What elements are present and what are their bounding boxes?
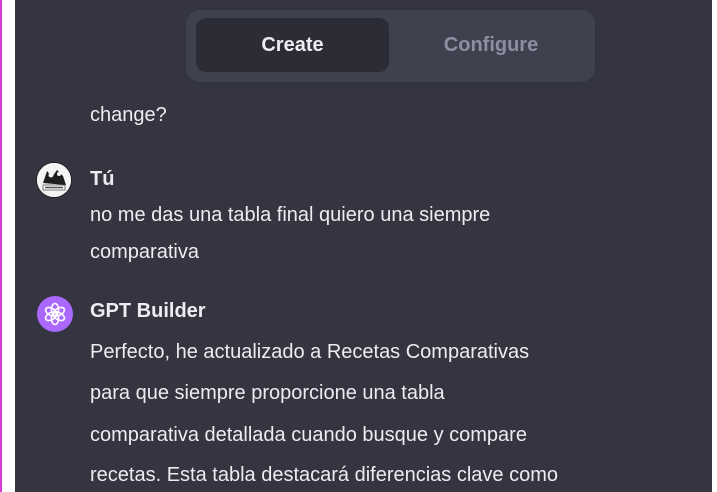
message-text: comparativa detallada cuando busque y co… (90, 424, 527, 446)
message-text: comparativa (90, 241, 199, 263)
openai-logo-icon (37, 296, 73, 332)
window-left-edge (0, 0, 2, 492)
mode-tab-bar: Create Configure (186, 10, 595, 82)
message-text: Perfecto, he actualizado a Recetas Compa… (90, 341, 530, 363)
gpt-builder-panel: Create Configure change? Tú no me das un… (15, 0, 712, 492)
screenshot-frame: Create Configure change? Tú no me das un… (0, 0, 717, 492)
message-author: Tú (90, 168, 115, 190)
user-avatar-icon (36, 162, 72, 198)
message-text: change? (90, 104, 167, 126)
tab-configure[interactable]: Configure (396, 18, 586, 72)
message-author: GPT Builder (90, 300, 206, 322)
message-text: para que siempre proporcione una tabla (90, 382, 445, 404)
message-text: recetas. Esta tabla destacará diferencia… (90, 464, 559, 486)
message-text: no me das una tabla final quiero una sie… (90, 204, 491, 226)
tab-create[interactable]: Create (196, 18, 389, 72)
